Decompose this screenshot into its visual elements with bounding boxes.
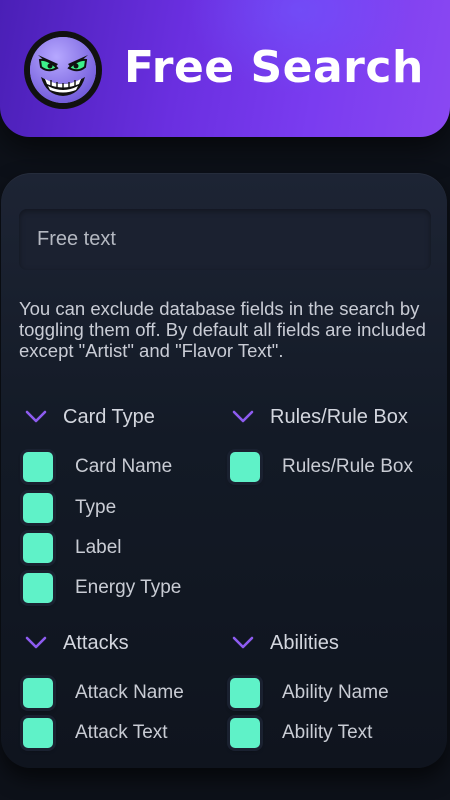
checkbox-rules[interactable]: Rules/Rule Box [230,451,413,483]
grinning-villain-face-icon [26,33,100,107]
checkbox-energy-type[interactable]: Energy Type [23,572,181,604]
checkbox-label-field[interactable]: Label [23,532,122,564]
checkbox-ability-text[interactable]: Ability Text [230,717,372,749]
checkbox-card-name[interactable]: Card Name [23,451,172,483]
checkbox-label: Attack Text [75,722,168,743]
checkbox-label: Ability Name [282,682,389,703]
search-input[interactable] [37,228,413,251]
checkbox-label: Attack Name [75,682,184,703]
section-toggle-attacks[interactable]: Attacks [25,630,129,656]
checkbox[interactable] [23,573,53,603]
checkbox[interactable] [23,452,53,482]
checkbox-type[interactable]: Type [23,492,116,524]
checkbox[interactable] [23,493,53,523]
checkbox-label: Ability Text [282,722,373,743]
section-label: Abilities [270,631,339,654]
app-logo [24,31,102,109]
checkbox[interactable] [230,452,260,482]
section-toggle-rules[interactable]: Rules/Rule Box [232,404,408,430]
checkbox-label: Rules/Rule Box [282,456,413,477]
section-label: Rules/Rule Box [270,405,408,428]
checkbox-attack-name[interactable]: Attack Name [23,677,184,709]
checkbox[interactable] [230,678,260,708]
section-toggle-card-type[interactable]: Card Type [25,404,155,430]
checkbox[interactable] [23,678,53,708]
section-label: Attacks [63,631,129,654]
checkbox-label: Type [75,497,117,518]
search-panel: You can exclude database fields in the s… [1,173,447,768]
checkbox-label: Energy Type [75,577,182,598]
chevron-down-icon [232,410,254,423]
help-text: You can exclude database fields in the s… [19,298,426,361]
checkbox-label: Label [75,537,122,558]
search-field[interactable] [19,209,431,270]
checkbox[interactable] [23,718,53,748]
chevron-down-icon [25,410,47,423]
checkbox-label: Card Name [75,456,173,477]
section-label: Card Type [63,405,155,428]
chevron-down-icon [232,636,254,649]
checkbox-ability-name[interactable]: Ability Name [230,677,389,709]
section-toggle-abilities[interactable]: Abilities [232,630,339,656]
checkbox[interactable] [23,533,53,563]
chevron-down-icon [25,636,47,649]
page-title: Free Search [124,42,424,93]
header-banner: Free Search [0,0,450,137]
checkbox[interactable] [230,718,260,748]
checkbox-attack-text[interactable]: Attack Text [23,717,168,749]
